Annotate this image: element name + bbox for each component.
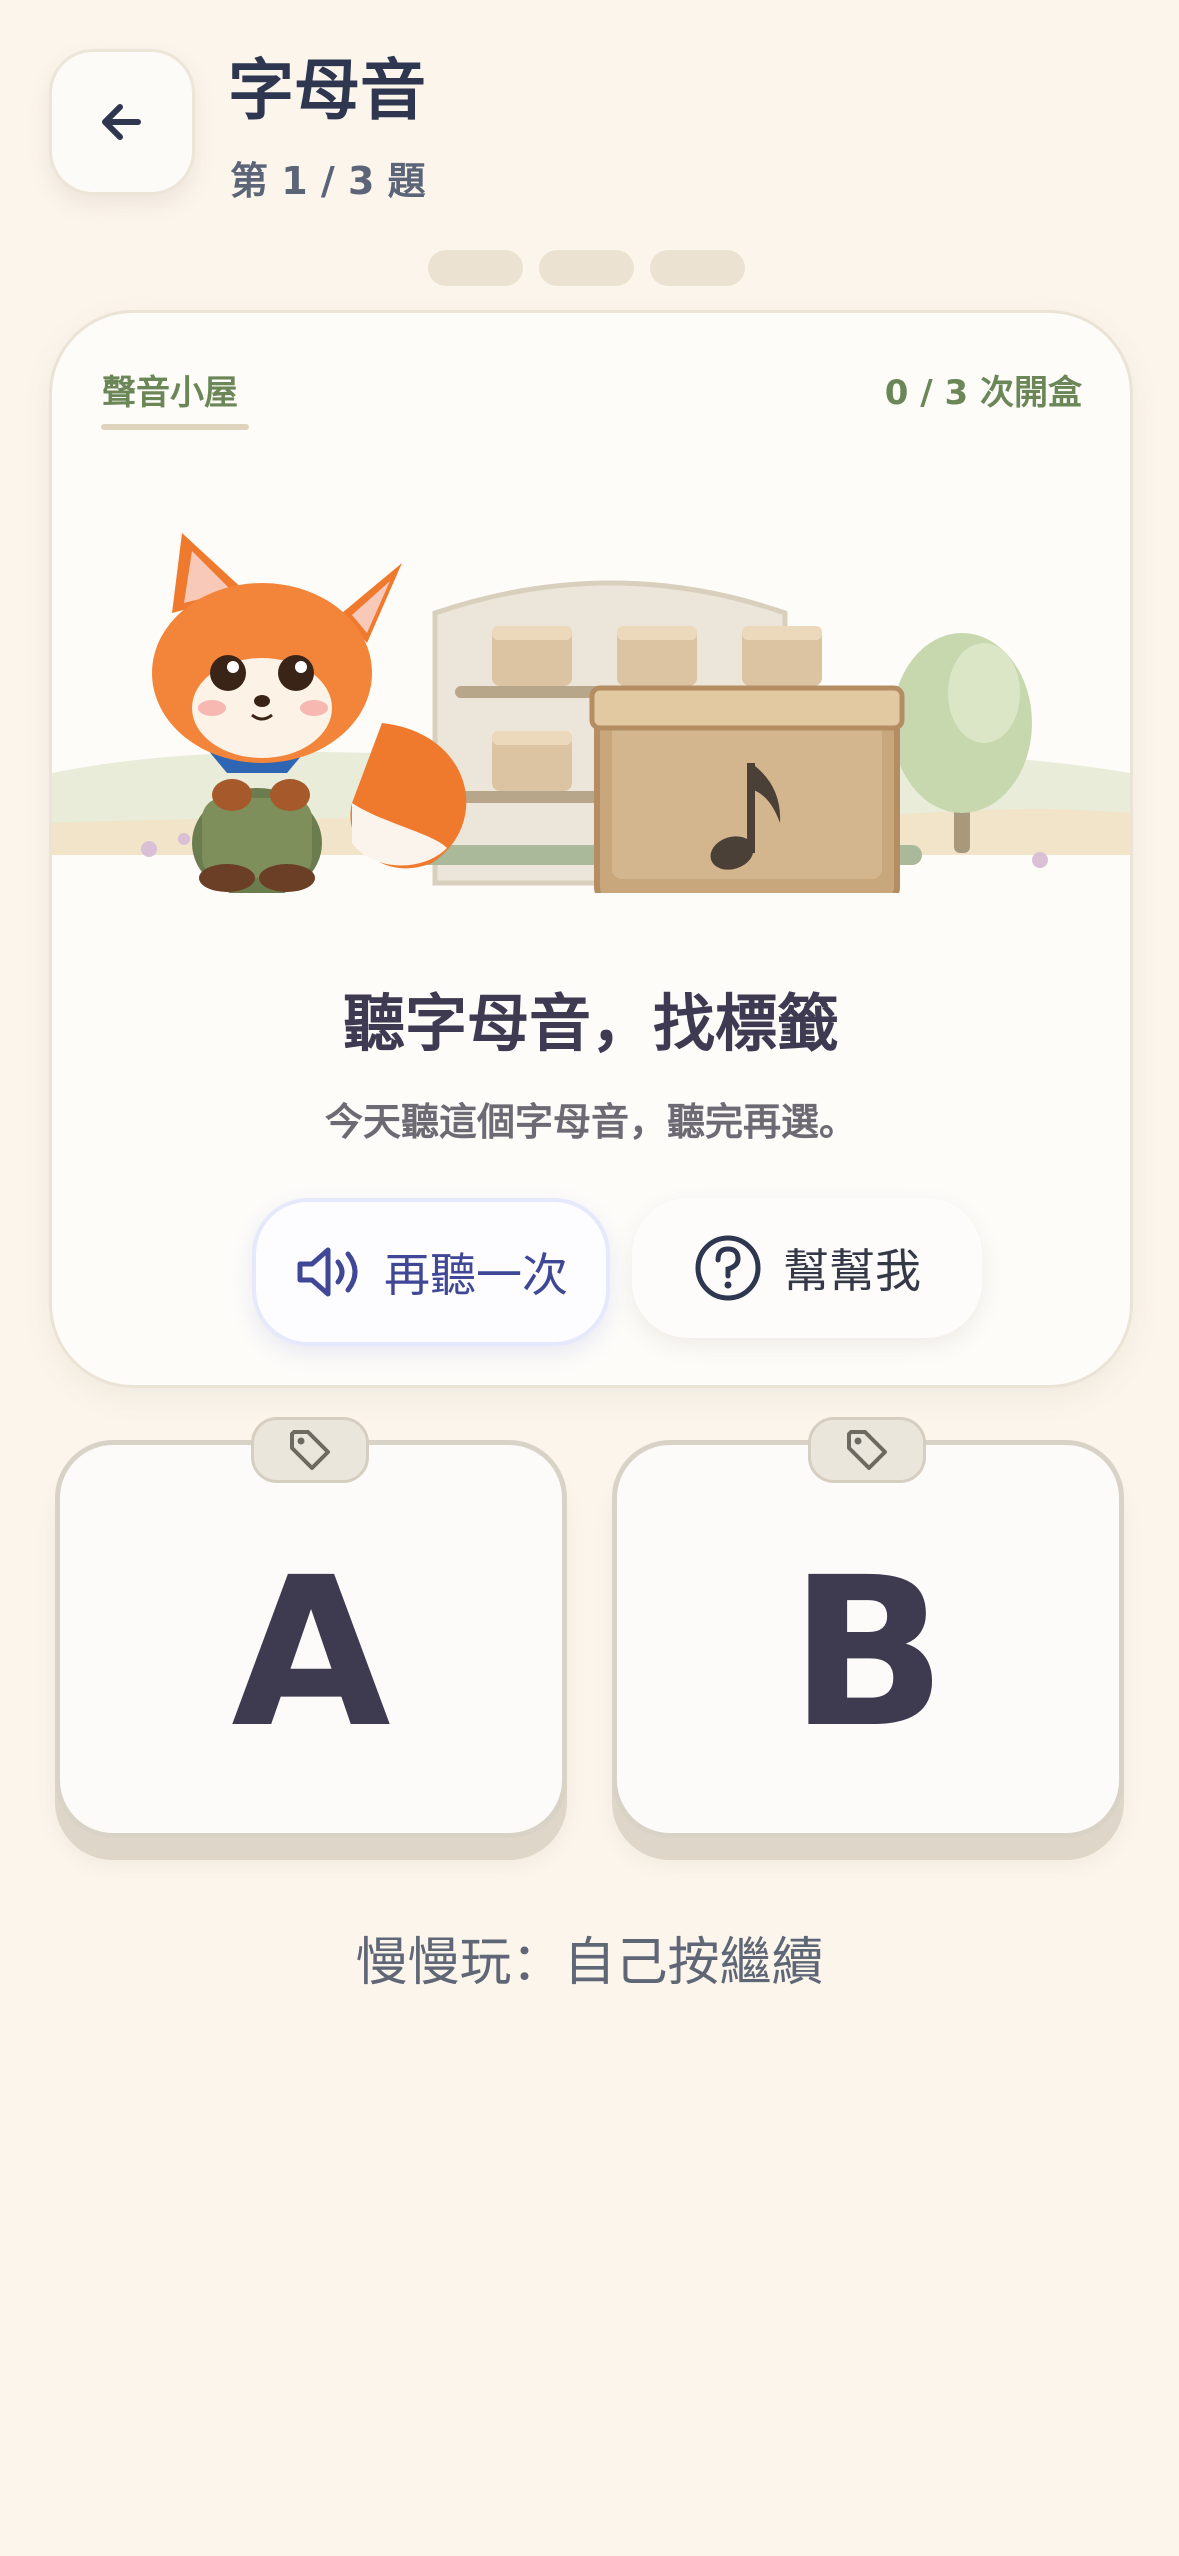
- arrow-left-icon: [102, 104, 141, 140]
- tag-icon: [290, 1430, 330, 1470]
- replay-sound-button[interactable]: 再聽一次: [252, 1198, 610, 1346]
- tag-icon: [847, 1430, 887, 1470]
- step-dot: [650, 250, 745, 286]
- section-underline: [101, 424, 249, 430]
- step-dot: [428, 250, 523, 286]
- fox-mascot-illustration: [152, 533, 467, 893]
- option-tag-tab: [808, 1417, 926, 1483]
- question-progress: 第 1 / 3 題: [230, 159, 426, 203]
- option-letter: B: [789, 1533, 947, 1773]
- question-card: 聲音小屋 0 / 3 次開盒 聽字母音，找標籤 今天聽這個字母音，聽完再選。 再…: [49, 310, 1133, 1388]
- speaker-icon: [297, 1247, 358, 1297]
- sound-house-illustration: [52, 533, 1130, 893]
- answer-option-b[interactable]: B: [612, 1440, 1124, 1838]
- back-button[interactable]: [49, 49, 195, 195]
- option-tag-tab: [251, 1417, 369, 1483]
- step-dot: [539, 250, 634, 286]
- question-heading: 聽字母音，找標籤: [342, 987, 839, 1060]
- question-description: 今天聽這個字母音，聽完再選。: [324, 1100, 857, 1144]
- question-circle-icon: [695, 1235, 761, 1301]
- section-label: 聲音小屋: [102, 373, 238, 413]
- option-letter: A: [231, 1533, 391, 1773]
- replay-sound-label: 再聽一次: [384, 1248, 568, 1302]
- help-button[interactable]: 幫幫我: [632, 1198, 982, 1338]
- help-label: 幫幫我: [783, 1244, 921, 1298]
- page-title: 字母音: [228, 52, 426, 129]
- play-mode-text: 慢慢玩：自己按繼續: [355, 1933, 824, 1993]
- answer-option-a[interactable]: A: [55, 1440, 567, 1838]
- box-count: 0 / 3 次開盒: [884, 373, 1082, 413]
- step-indicator: [428, 250, 745, 286]
